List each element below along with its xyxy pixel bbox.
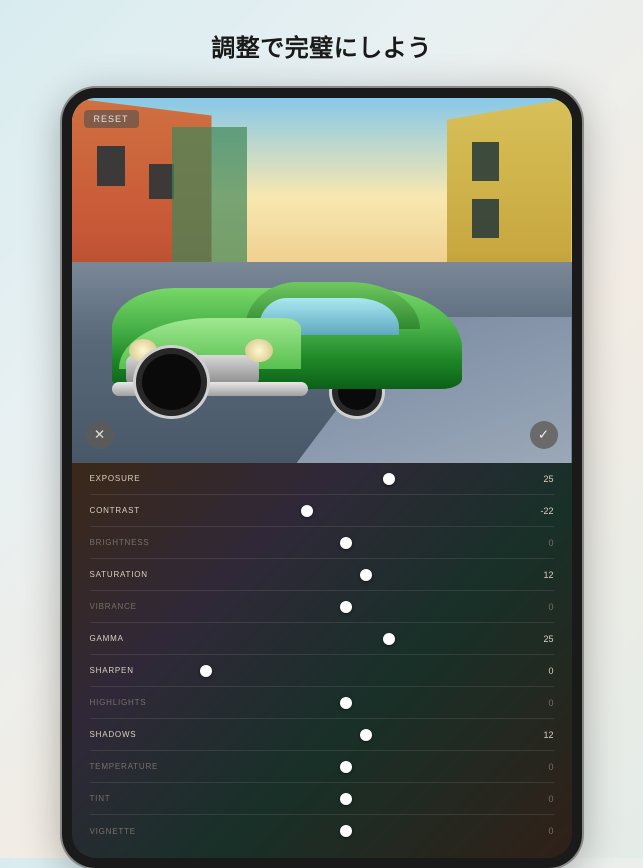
page-headline: 調整で完璧にしよう — [0, 0, 643, 63]
slider-track[interactable] — [172, 559, 520, 590]
slider-thumb[interactable] — [301, 505, 313, 517]
slider-row-gamma: GAMMA 25 — [90, 623, 554, 655]
slider-label: GAMMA — [90, 634, 172, 643]
slider-value: 25 — [520, 474, 554, 484]
image-preview[interactable]: RESET ✕ ✓ — [72, 98, 572, 463]
slider-value: 0 — [520, 762, 554, 772]
slider-track[interactable] — [172, 495, 520, 526]
slider-track[interactable] — [172, 815, 520, 847]
slider-label: TINT — [90, 794, 172, 803]
slider-track[interactable] — [172, 527, 520, 558]
slider-row-saturation: SATURATION 12 — [90, 559, 554, 591]
slider-value: 0 — [520, 602, 554, 612]
slider-thumb[interactable] — [340, 825, 352, 837]
slider-thumb[interactable] — [383, 633, 395, 645]
slider-thumb[interactable] — [340, 601, 352, 613]
slider-label: SHADOWS — [90, 730, 172, 739]
slider-label: SHARPEN — [90, 666, 172, 675]
slider-row-temperature: TEMPERATURE 0 — [90, 751, 554, 783]
slider-track[interactable] — [172, 463, 520, 494]
slider-label: CONTRAST — [90, 506, 172, 515]
slider-row-brightness: BRIGHTNESS 0 — [90, 527, 554, 559]
slider-value: 0 — [520, 666, 554, 676]
slider-thumb[interactable] — [200, 665, 212, 677]
slider-track[interactable] — [172, 719, 520, 750]
slider-label: HIGHLIGHTS — [90, 698, 172, 707]
slider-thumb[interactable] — [340, 537, 352, 549]
adjustments-panel: EXPOSURE 25 CONTRAST -22 BRIGHTNESS 0 SATURATI… — [72, 463, 572, 858]
slider-label: SATURATION — [90, 570, 172, 579]
slider-row-contrast: CONTRAST -22 — [90, 495, 554, 527]
slider-thumb[interactable] — [340, 697, 352, 709]
confirm-button[interactable]: ✓ — [530, 421, 558, 449]
slider-row-shadows: SHADOWS 12 — [90, 719, 554, 751]
slider-thumb[interactable] — [340, 793, 352, 805]
slider-track[interactable] — [172, 783, 520, 814]
slider-track[interactable] — [172, 655, 520, 686]
cancel-button[interactable]: ✕ — [86, 421, 114, 449]
slider-label: TEMPERATURE — [90, 762, 172, 771]
slider-track[interactable] — [172, 751, 520, 782]
slider-row-vignette: VIGNETTE 0 — [90, 815, 554, 847]
slider-label: VIBRANCE — [90, 602, 172, 611]
slider-track[interactable] — [172, 687, 520, 718]
slider-value: 0 — [520, 826, 554, 836]
slider-value: -22 — [520, 506, 554, 516]
slider-value: 0 — [520, 698, 554, 708]
reset-button[interactable]: RESET — [84, 110, 139, 128]
preview-car — [112, 251, 462, 419]
slider-thumb[interactable] — [383, 473, 395, 485]
app-screen: RESET ✕ ✓ EXPOSURE 25 CONTRAST -22 BRIGHTNES… — [72, 98, 572, 858]
check-icon: ✓ — [538, 427, 549, 443]
slider-row-vibrance: VIBRANCE 0 — [90, 591, 554, 623]
slider-row-highlights: HIGHLIGHTS 0 — [90, 687, 554, 719]
slider-value: 0 — [520, 794, 554, 804]
slider-row-sharpen: SHARPEN 0 — [90, 655, 554, 687]
slider-track[interactable] — [172, 623, 520, 654]
slider-track[interactable] — [172, 591, 520, 622]
slider-row-tint: TINT 0 — [90, 783, 554, 815]
slider-value: 12 — [520, 570, 554, 580]
close-icon: ✕ — [94, 427, 105, 443]
slider-value: 0 — [520, 538, 554, 548]
slider-label: EXPOSURE — [90, 474, 172, 483]
slider-value: 12 — [520, 730, 554, 740]
tablet-frame: RESET ✕ ✓ EXPOSURE 25 CONTRAST -22 BRIGHTNES… — [62, 88, 582, 868]
slider-thumb[interactable] — [340, 761, 352, 773]
slider-label: VIGNETTE — [90, 827, 172, 836]
slider-row-exposure: EXPOSURE 25 — [90, 463, 554, 495]
slider-value: 25 — [520, 634, 554, 644]
slider-thumb[interactable] — [360, 729, 372, 741]
slider-thumb[interactable] — [360, 569, 372, 581]
slider-label: BRIGHTNESS — [90, 538, 172, 547]
